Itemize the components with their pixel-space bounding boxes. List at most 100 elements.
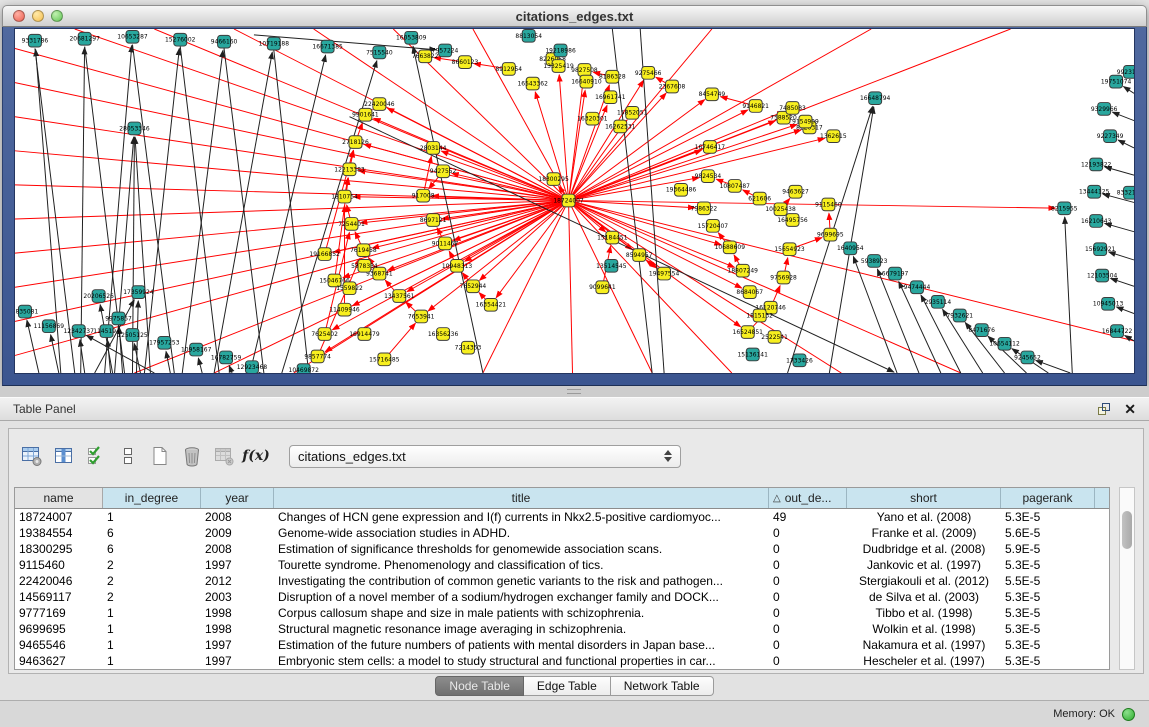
- graph-edge: [282, 61, 377, 373]
- graph-edge: [1124, 86, 1134, 93]
- graph-node-label: 2935114: [925, 300, 952, 306]
- graph-edge: [483, 201, 569, 373]
- graph-node-label: 5878334: [351, 264, 378, 270]
- table-cell: 0: [769, 605, 847, 621]
- graph-node-label: 13437561: [384, 294, 415, 300]
- graph-node-label: 15720407: [698, 224, 729, 230]
- graph-edge: [1118, 140, 1134, 148]
- column-visibility-icon[interactable]: [51, 443, 77, 469]
- graph-node-label: 8332175: [1117, 191, 1134, 197]
- table-row[interactable]: 946362711997Embryonic stem cells: a mode…: [15, 653, 1109, 669]
- table-cell: Dudbridge et al. (2008): [847, 541, 1001, 557]
- graph-edge: [166, 351, 170, 373]
- table-settings-icon[interactable]: [19, 443, 45, 469]
- graph-edge: [259, 372, 260, 373]
- graph-node-label: 1810754: [331, 195, 358, 201]
- table-header-row: name in_degree year title △ out_de... sh…: [15, 488, 1109, 509]
- table-row[interactable]: 1456911722003Disruption of a novel membe…: [15, 589, 1109, 605]
- graph-edge: [1116, 307, 1134, 314]
- table-row[interactable]: 1938455462009Genome-wide association stu…: [15, 525, 1109, 541]
- table-cell: 18300295: [15, 541, 103, 557]
- graph-node-label: 19364486: [666, 188, 697, 194]
- table-cell: 2008: [201, 509, 274, 525]
- graph-node-label: 20681297: [69, 37, 100, 43]
- graph-node-label: 7515540: [366, 50, 393, 56]
- graph-edge: [51, 335, 59, 373]
- network-canvas[interactable]: 1872400776638228660123891295482260589827…: [14, 28, 1135, 374]
- column-header-in-degree[interactable]: in_degree: [103, 488, 201, 508]
- graph-node-label: 15852051: [617, 111, 648, 117]
- panel-divider[interactable]: [0, 386, 1149, 397]
- clear-selection-icon[interactable]: [115, 443, 141, 469]
- graph-node-label: 10469872: [289, 368, 320, 373]
- column-header-pagerank[interactable]: pagerank: [1001, 488, 1095, 508]
- tab-network-table[interactable]: Network Table: [611, 676, 714, 696]
- graph-node-label: 16640910: [571, 80, 602, 86]
- divider-grip-icon[interactable]: [567, 389, 581, 394]
- graph-node-label: 8594957: [626, 253, 653, 259]
- memory-ok-indicator-icon[interactable]: [1122, 708, 1135, 721]
- column-header-out-degree[interactable]: △ out_de...: [769, 488, 847, 508]
- table-cell: Wolkin et al. (1998): [847, 621, 1001, 637]
- table-card: f(x) citations_edges.txt name in_degree …: [8, 428, 1144, 674]
- graph-node-label: 28053346: [119, 126, 150, 132]
- network-window-frame: 1872400776638228660123891295482260589827…: [2, 27, 1147, 386]
- scrollbar-thumb[interactable]: [1122, 511, 1132, 549]
- graph-edge: [569, 201, 573, 373]
- graph-node-label: 12342737: [64, 329, 95, 335]
- zoom-window-button[interactable]: [51, 10, 63, 22]
- table-cell: Hescheler et al. (1997): [847, 653, 1001, 669]
- graph-edge: [274, 50, 309, 373]
- graph-node-label: 9699695: [817, 233, 844, 239]
- table-cell: 0: [769, 621, 847, 637]
- table-scrollbar[interactable]: [1119, 487, 1135, 670]
- table-row[interactable]: 969969511998Structural magnetic resonanc…: [15, 621, 1109, 637]
- graph-edge: [1065, 217, 1073, 373]
- graph-node-label: 1559822: [336, 286, 363, 292]
- minimize-window-button[interactable]: [32, 10, 44, 22]
- graph-node-label: 18807249: [728, 269, 759, 275]
- table-row[interactable]: 1872400712008Changes of HCN gene express…: [15, 509, 1109, 525]
- graph-node-label: 2835081: [15, 310, 38, 316]
- table-row[interactable]: 1830029562008Estimation of significance …: [15, 541, 1109, 557]
- new-table-icon[interactable]: [147, 443, 173, 469]
- graph-node-label: 15276002: [165, 38, 196, 44]
- table-panel-body: f(x) citations_edges.txt name in_degree …: [0, 421, 1149, 700]
- graph-node-label: 1733426: [786, 358, 813, 364]
- column-header-short[interactable]: short: [847, 488, 1001, 508]
- close-panel-icon[interactable]: ✕: [1124, 402, 1136, 416]
- table-cell: 2008: [201, 541, 274, 557]
- graph-node-label: 917008: [412, 194, 435, 200]
- graph-node-label: 1145194: [93, 329, 120, 335]
- graph-edge: [132, 45, 174, 373]
- select-all-icon[interactable]: [83, 443, 109, 469]
- table-cell: Nakamura et al. (1997): [847, 637, 1001, 653]
- tab-node-table[interactable]: Node Table: [435, 676, 524, 696]
- table-cell: 6: [103, 525, 201, 541]
- delete-table-icon[interactable]: [179, 443, 205, 469]
- graph-node-label: 16782759: [211, 355, 242, 361]
- function-builder-icon[interactable]: f(x): [243, 443, 269, 469]
- graph-node-label: 9756928: [770, 275, 797, 281]
- graph-node-label: 2522541: [761, 335, 788, 341]
- table-row[interactable]: 2242004622012Investigating the contribut…: [15, 573, 1109, 589]
- table-row[interactable]: 977716911998Corpus callosum shape and si…: [15, 605, 1109, 621]
- column-header-title[interactable]: title: [274, 488, 769, 508]
- table-row[interactable]: 911546021997Tourette syndrome. Phenomeno…: [15, 557, 1109, 573]
- table-cell: 49: [769, 509, 847, 525]
- float-panel-icon[interactable]: [1097, 402, 1111, 416]
- table-cell: 9777169: [15, 605, 103, 621]
- table-selector-dropdown[interactable]: citations_edges.txt: [289, 445, 681, 468]
- graph-edge: [100, 305, 112, 373]
- graph-node-label: 15136141: [738, 352, 769, 358]
- table-row[interactable]: 946554611997Estimation of the future num…: [15, 637, 1109, 653]
- tab-edge-table[interactable]: Edge Table: [524, 676, 611, 696]
- column-header-name[interactable]: name: [15, 488, 103, 508]
- table-cell: 1: [103, 605, 201, 621]
- graph-node-label: 10945013: [1093, 302, 1124, 308]
- graph-node-label: 9227349: [1097, 134, 1124, 140]
- graph-node-label: 8660123: [452, 60, 479, 66]
- column-header-year[interactable]: year: [201, 488, 274, 508]
- close-window-button[interactable]: [13, 10, 25, 22]
- graph-edge: [182, 50, 223, 373]
